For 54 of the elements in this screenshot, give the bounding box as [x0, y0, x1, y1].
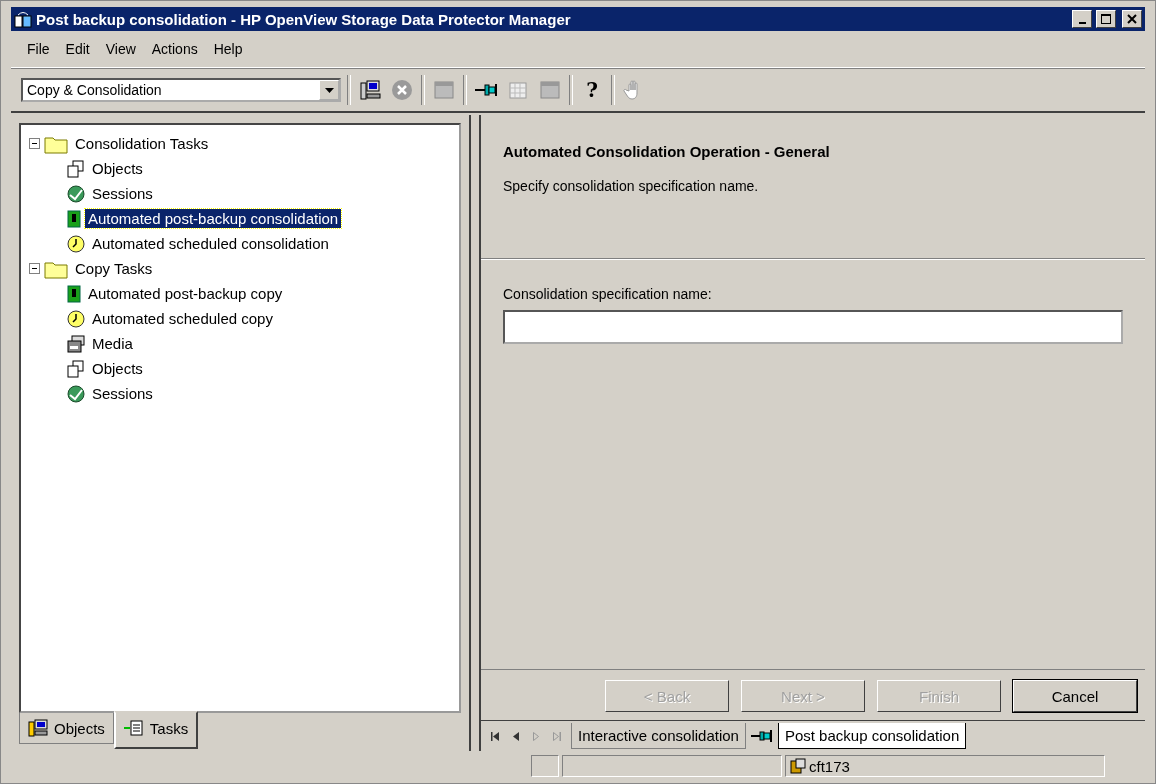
previous-icon[interactable]	[513, 731, 519, 741]
tree-item[interactable]: Objects	[89, 159, 146, 178]
host-name: cft173	[809, 757, 850, 775]
close-icon	[1127, 14, 1137, 24]
documents-icon	[67, 159, 85, 178]
app-icon	[14, 10, 32, 28]
menu-item[interactable]: Edit	[59, 39, 96, 59]
context-dropdown[interactable]: Copy & Consolidation	[21, 78, 341, 102]
documents-icon	[67, 359, 85, 378]
minimize-icon	[1078, 21, 1086, 24]
computer-icon	[28, 719, 48, 737]
first-icon[interactable]	[491, 731, 499, 741]
close-button[interactable]	[1122, 10, 1142, 28]
tree-item[interactable]: Media	[89, 334, 136, 353]
maximize-icon	[1101, 14, 1111, 24]
tree-item[interactable]: Automated post-backup copy	[85, 284, 286, 303]
device-icon	[67, 209, 81, 228]
collapse-toggle[interactable]	[29, 138, 40, 149]
clock-icon	[67, 234, 85, 253]
field-label: Consolidation specification name:	[503, 286, 713, 302]
tree-item[interactable]: Automated post-backup consolidation	[85, 209, 342, 228]
wizard-description: Specify consolidation specification name.	[503, 178, 760, 194]
stop-icon[interactable]	[389, 77, 415, 103]
device-icon	[67, 284, 81, 303]
name-field[interactable]	[503, 310, 1123, 344]
clock-icon	[67, 309, 85, 328]
tree-item[interactable]: Consolidation Tasks	[72, 134, 212, 153]
collapse-toggle[interactable]	[29, 263, 40, 274]
tree-item[interactable]: Objects	[89, 359, 146, 378]
status-cell	[531, 755, 559, 777]
document-tab[interactable]: Post backup consolidation	[777, 723, 967, 749]
tape-icon	[67, 334, 85, 353]
wizard-button[interactable]: Cancel	[1013, 680, 1137, 712]
panel-tab[interactable]: Tasks	[113, 711, 199, 749]
menu-item[interactable]: Help	[207, 39, 249, 59]
computer-icon[interactable]	[357, 77, 383, 103]
task-list-icon	[123, 719, 144, 737]
menu-item[interactable]: File	[21, 39, 56, 59]
caret-icon	[324, 87, 334, 93]
tree-item[interactable]: Automated scheduled copy	[89, 309, 276, 328]
tree-item[interactable]: Sessions	[89, 184, 156, 203]
menu-item[interactable]: View	[99, 39, 142, 59]
document-tab[interactable]: Interactive consolidation	[571, 723, 746, 749]
window-title: Post backup consolidation - HP OpenView Storage Data Protector Manager	[36, 10, 572, 28]
wizard-heading: Automated Consolidation Operation - General	[503, 143, 831, 160]
panel-tab[interactable]: Objects	[19, 713, 114, 744]
minimize-button[interactable]	[1072, 10, 1092, 28]
tree-item[interactable]: Copy Tasks	[72, 259, 156, 278]
pin-icon	[749, 729, 774, 743]
tree-item[interactable]: Sessions	[89, 384, 156, 403]
maximize-button[interactable]	[1096, 10, 1116, 28]
tree-item[interactable]: Automated scheduled consolidation	[89, 234, 332, 253]
menu-item[interactable]: Actions	[145, 39, 204, 59]
help-button[interactable]: ?	[579, 77, 605, 103]
